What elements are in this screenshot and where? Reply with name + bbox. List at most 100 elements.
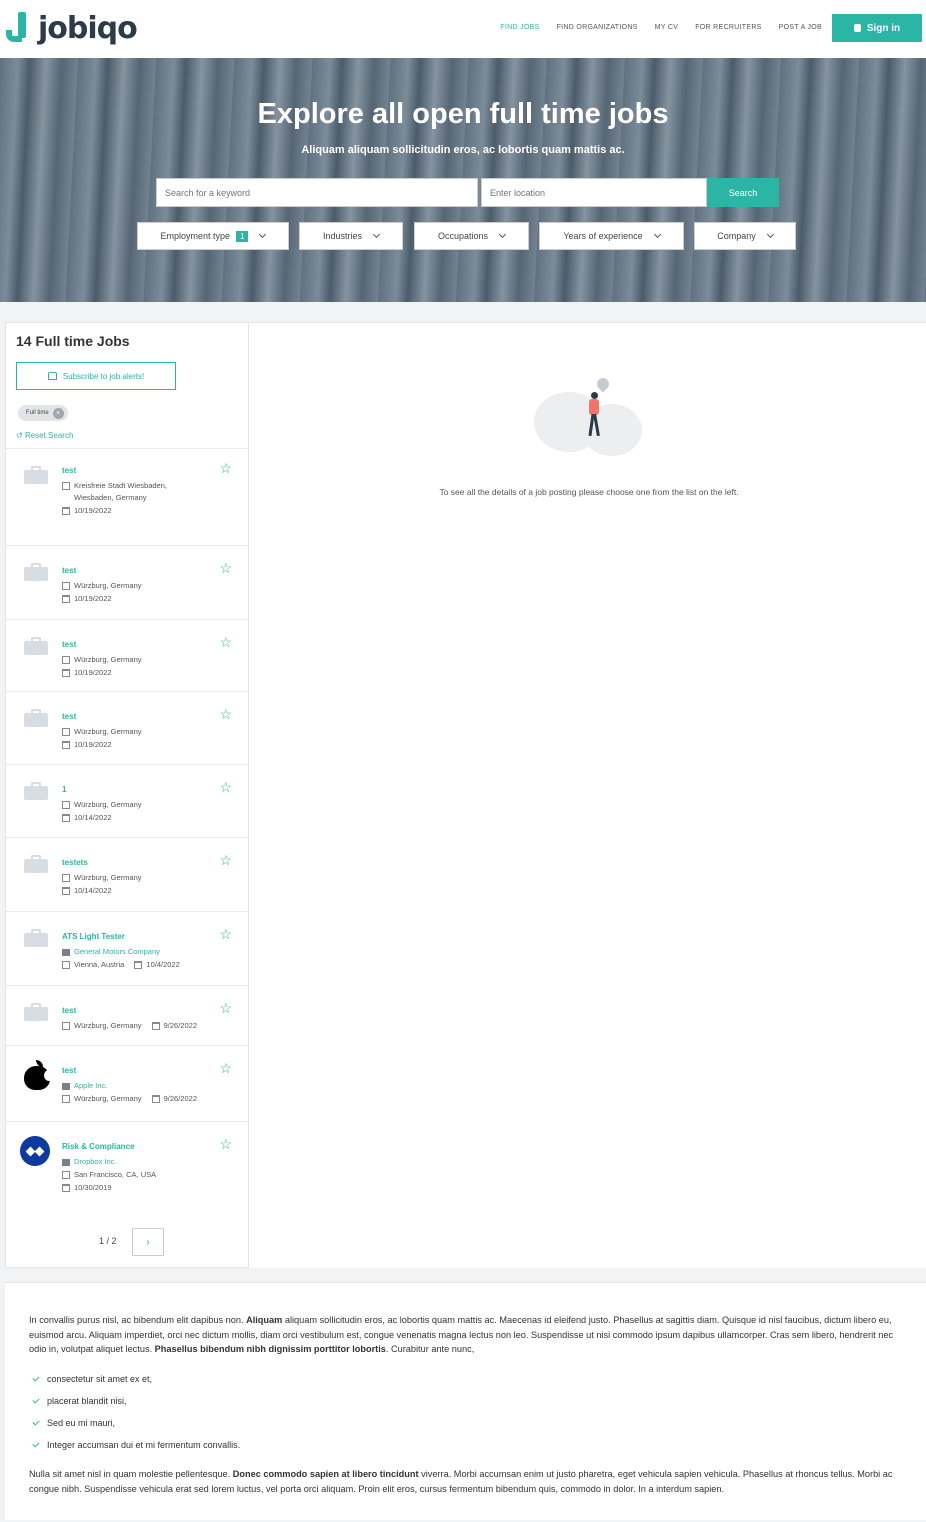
- job-title-link[interactable]: test: [62, 1066, 76, 1075]
- job-date: 10/14/2022: [62, 812, 112, 824]
- job-card[interactable]: testets Würzburg, Germany 10/14/2022 ☆: [6, 837, 248, 911]
- job-card[interactable]: Risk & Compliance Dropbox Inc. San Francis…: [6, 1121, 248, 1205]
- check-icon: [32, 1395, 40, 1404]
- chevron-down-icon: [372, 230, 381, 239]
- location-icon: [62, 1095, 70, 1103]
- dropbox-logo-icon: [20, 1136, 50, 1166]
- briefcase-icon: [24, 782, 48, 800]
- nav-post-a-job[interactable]: POST A JOB: [779, 24, 822, 31]
- occupations-filter[interactable]: Occupations: [414, 222, 529, 250]
- bookmark-star-icon[interactable]: ☆: [219, 1060, 232, 1077]
- bookmark-star-icon[interactable]: ☆: [219, 634, 232, 651]
- job-card[interactable]: test Würzburg, Germany 10/19/2022 ☆: [6, 691, 248, 764]
- job-card[interactable]: test Kreisfreie Stadt Wiesbaden, Wiesbaden…: [6, 448, 248, 545]
- job-count-title: 14 Full time Jobs: [16, 333, 130, 349]
- main-nav: FIND JOBS FIND ORGANIZATIONS MY CV FOR R…: [500, 24, 822, 31]
- apple-logo-icon: [24, 1060, 54, 1090]
- filter-label: Company: [717, 231, 756, 241]
- bookmark-star-icon[interactable]: ☆: [219, 1000, 232, 1017]
- search-button[interactable]: Search: [707, 178, 779, 207]
- intro-paragraph: In convallis purus nisl, ac bibendum eli…: [29, 1315, 894, 1354]
- location-icon: [62, 1171, 70, 1179]
- job-location: Würzburg, Germany: [62, 872, 142, 884]
- job-date: 10/19/2022: [62, 739, 112, 751]
- filter-label: Industries: [322, 231, 363, 241]
- list-item: consectetur sit amet ex et,: [32, 1368, 240, 1390]
- bookmark-star-icon[interactable]: ☆: [219, 460, 232, 477]
- nav-find-jobs[interactable]: FIND JOBS: [500, 24, 539, 31]
- job-title-link[interactable]: Risk & Compliance: [62, 1142, 134, 1151]
- bookmark-star-icon[interactable]: ☆: [219, 560, 232, 577]
- chip-label: Full time: [26, 410, 49, 416]
- calendar-icon: [62, 507, 70, 515]
- briefcase-icon: [24, 466, 48, 484]
- nav-for-recruiters[interactable]: FOR RECRUITERS: [695, 24, 761, 31]
- list-item: Sed eu mi mauri,: [32, 1412, 240, 1434]
- briefcase-icon: [24, 563, 48, 581]
- empty-state-message: To see all the details of a job posting …: [439, 487, 739, 497]
- job-company[interactable]: General Motors Company: [62, 946, 160, 958]
- industries-filter[interactable]: Industries: [299, 222, 403, 250]
- job-card[interactable]: ATS Light Tester General Motors Company Vi…: [6, 911, 248, 985]
- company-filter[interactable]: Company: [694, 222, 796, 250]
- location-icon: [62, 656, 70, 664]
- sign-in-button[interactable]: Sign in: [832, 14, 922, 42]
- years-of-experience-filter[interactable]: Years of experience: [539, 222, 684, 250]
- location-input[interactable]: [481, 178, 707, 207]
- briefcase-icon: [24, 929, 48, 947]
- jobiqo-logo[interactable]: jobiqo: [6, 8, 138, 48]
- subscribe-job-alerts-button[interactable]: Subscribe to job alerts!: [16, 362, 176, 390]
- keyword-search-input[interactable]: [156, 178, 478, 207]
- location-icon: [62, 874, 70, 882]
- bookmark-star-icon[interactable]: ☆: [219, 1136, 232, 1153]
- nav-my-cv[interactable]: MY CV: [655, 24, 679, 31]
- job-title-link[interactable]: test: [62, 566, 76, 575]
- location-icon: [62, 801, 70, 809]
- job-title-link[interactable]: ATS Light Tester: [62, 932, 125, 941]
- hero-banner: Explore all open full time jobs Aliquam …: [0, 58, 926, 302]
- logo-text: jobiqo: [38, 10, 138, 46]
- job-company[interactable]: Apple Inc.: [62, 1080, 107, 1092]
- search-bar: Search: [156, 178, 779, 207]
- job-card[interactable]: test Würzburg, Germany 10/19/2022 ☆: [6, 619, 248, 691]
- job-card[interactable]: test Würzburg, Germany 10/19/2022 ☆: [6, 545, 248, 619]
- job-location: Würzburg, Germany: [62, 799, 142, 811]
- job-title-link[interactable]: test: [62, 712, 76, 721]
- briefcase-icon: [24, 709, 48, 727]
- job-detail-panel: To see all the details of a job posting …: [249, 322, 926, 1268]
- building-icon: [62, 1083, 70, 1090]
- job-card[interactable]: 1 Würzburg, Germany 10/14/2022 ☆: [6, 764, 248, 837]
- bookmark-star-icon[interactable]: ☆: [219, 852, 232, 869]
- job-title-link[interactable]: test: [62, 640, 76, 649]
- job-card[interactable]: test Apple Inc. Würzburg, Germany 9/26/202…: [6, 1045, 248, 1121]
- list-item: Integer accumsan dui et mi fermentum con…: [32, 1434, 240, 1456]
- job-location-date: Würzburg, Germany 9/26/2022: [62, 1020, 197, 1032]
- employment-type-filter[interactable]: Employment type 1: [137, 222, 289, 250]
- reset-search-link[interactable]: ↺ Reset Search: [16, 431, 73, 440]
- job-company[interactable]: Dropbox Inc.: [62, 1156, 117, 1168]
- chevron-down-icon: [766, 230, 774, 239]
- nav-find-organizations[interactable]: FIND ORGANIZATIONS: [557, 24, 638, 31]
- calendar-icon: [62, 814, 70, 822]
- bookmark-star-icon[interactable]: ☆: [219, 926, 232, 943]
- bookmark-star-icon[interactable]: ☆: [219, 779, 232, 796]
- job-date: 10/30/2019: [62, 1182, 112, 1194]
- remove-filter-icon[interactable]: ×: [52, 407, 64, 419]
- next-page-button[interactable]: ›: [132, 1228, 164, 1256]
- job-location: Würzburg, Germany: [62, 654, 142, 666]
- job-title-link[interactable]: test: [62, 1006, 76, 1015]
- job-location-date: Vienna, Austria 10/4/2022: [62, 959, 180, 971]
- job-title-link[interactable]: test: [62, 466, 76, 475]
- job-date: 10/14/2022: [62, 885, 112, 897]
- map-pin-icon: [594, 375, 612, 393]
- filter-label: Employment type: [160, 231, 231, 241]
- logo-icon: [6, 12, 32, 44]
- job-card[interactable]: test Würzburg, Germany 9/26/2022 ☆: [6, 985, 248, 1045]
- job-title-link[interactable]: 1: [62, 785, 66, 794]
- location-icon: [62, 961, 70, 969]
- empty-state-illustration: [534, 375, 644, 458]
- bookmark-star-icon[interactable]: ☆: [219, 706, 232, 723]
- briefcase-icon: [24, 637, 48, 655]
- job-title-link[interactable]: testets: [62, 858, 88, 867]
- list-item: placerat blandit nisi,: [32, 1390, 240, 1412]
